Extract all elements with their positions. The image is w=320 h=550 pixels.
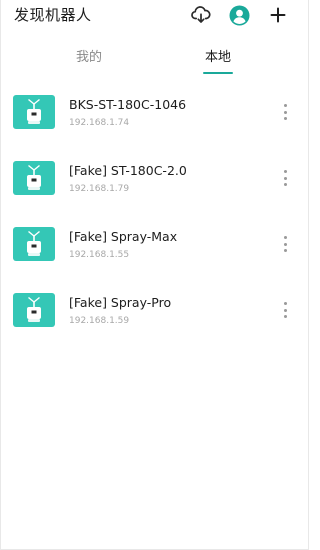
device-ip: 192.168.1.74 xyxy=(69,118,130,128)
user-avatar-icon xyxy=(229,5,249,25)
dot xyxy=(283,308,287,312)
device-name: [Fake] ST-180C-2.0 xyxy=(69,163,187,178)
device-ip: 192.168.1.55 xyxy=(69,250,130,260)
dot xyxy=(283,110,287,114)
robot-thumbnail-icon xyxy=(13,161,55,195)
tab-mine[interactable]: 我的 xyxy=(76,46,102,65)
dot xyxy=(283,183,287,186)
robot-thumbnail-icon xyxy=(13,293,55,327)
dot xyxy=(283,302,287,305)
active-tab-indicator xyxy=(203,72,233,74)
dot xyxy=(283,170,287,173)
more-options-button[interactable] xyxy=(278,104,292,120)
page-title: 发现机器人 xyxy=(14,6,92,24)
device-list-item[interactable]: [Fake] ST-180C-2.0 192.168.1.79 xyxy=(0,144,309,204)
dot xyxy=(283,315,287,318)
user-avatar-button[interactable] xyxy=(228,4,250,26)
dot xyxy=(283,176,287,180)
dot xyxy=(283,236,287,239)
dot xyxy=(283,242,287,246)
device-name: BKS-ST-180C-1046 xyxy=(69,97,187,112)
tab-local[interactable]: 本地 xyxy=(205,46,231,65)
dot xyxy=(283,249,287,252)
more-options-button[interactable] xyxy=(278,302,292,318)
device-ip: 192.168.1.79 xyxy=(69,184,130,194)
cloud-download-icon xyxy=(191,6,211,23)
app-header: 发现机器人 xyxy=(0,0,309,32)
robot-thumbnail-icon xyxy=(13,227,55,261)
more-options-button[interactable] xyxy=(278,170,292,186)
device-name: [Fake] Spray-Pro xyxy=(69,295,172,310)
more-options-button[interactable] xyxy=(278,236,292,252)
tab-bar: 我的 本地 xyxy=(0,36,309,78)
device-list-item[interactable]: [Fake] Spray-Max 192.168.1.55 xyxy=(0,210,309,270)
robot-thumbnail-icon xyxy=(13,95,55,129)
device-list-item[interactable]: [Fake] Spray-Pro 192.168.1.59 xyxy=(0,276,309,336)
add-icon xyxy=(270,7,286,23)
device-list-item[interactable]: BKS-ST-180C-1046 192.168.1.74 xyxy=(0,78,309,138)
add-device-button[interactable] xyxy=(267,4,289,26)
cloud-download-button[interactable] xyxy=(190,4,212,26)
dot xyxy=(283,117,287,120)
device-name: [Fake] Spray-Max xyxy=(69,229,178,244)
device-ip: 192.168.1.59 xyxy=(69,316,130,326)
dot xyxy=(283,104,287,107)
